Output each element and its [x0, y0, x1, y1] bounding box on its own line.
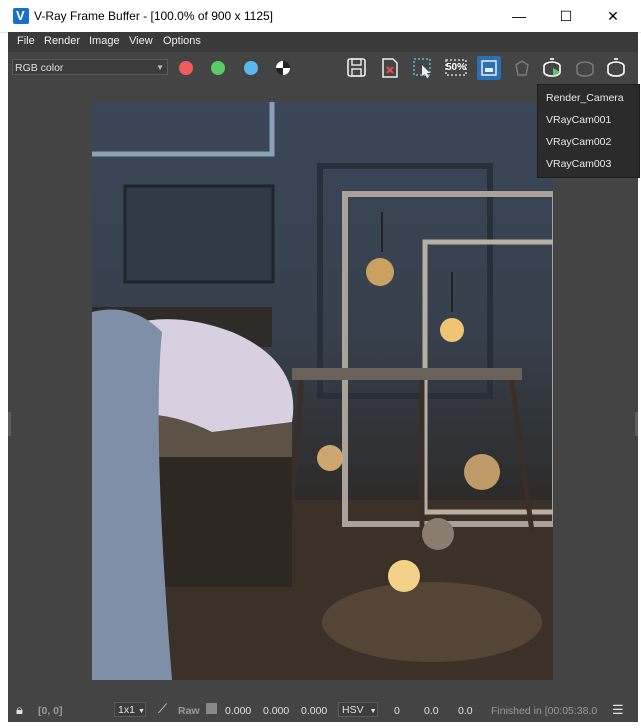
- log-icon[interactable]: ☰: [612, 702, 624, 718]
- close-button[interactable]: ✕: [590, 0, 636, 32]
- raw-label: Raw: [178, 705, 200, 717]
- chevron-down-icon: ▼: [156, 63, 164, 72]
- minimize-button[interactable]: —: [496, 0, 542, 32]
- blue-channel-button[interactable]: [244, 61, 258, 75]
- pixel-coords: [0, 0]: [38, 705, 63, 717]
- camera-item-render-camera[interactable]: Render_Camera: [546, 92, 624, 104]
- menu-bar: File Render Image View Options: [8, 32, 638, 52]
- vray-logo-icon: V: [13, 8, 29, 24]
- green-channel-button[interactable]: [211, 61, 225, 75]
- camera-dropdown-menu: Render_Camera VRayCam001 VRayCam002 VRay…: [537, 84, 640, 178]
- blue-value: 0.000: [301, 705, 328, 717]
- lock-icon[interactable]: 🔒︎: [16, 702, 23, 718]
- zoom-badge-text: 50%: [446, 62, 467, 73]
- status-bar: 🔒︎ [0, 0] 1x1 ▼ ⟋ Raw 0.000 0.000 0.000 H…: [8, 697, 638, 722]
- title-bar: V V-Ray Frame Buffer - [100.0% of 900 x …: [0, 0, 641, 33]
- toolbar: RGB color ▼ 50%: [8, 52, 638, 82]
- window-title: V-Ray Frame Buffer - [100.0% of 900 x 11…: [34, 9, 274, 23]
- ratio-value: 1x1: [118, 704, 135, 716]
- green-value: 0.000: [263, 705, 290, 717]
- track-mouse-icon[interactable]: [477, 56, 501, 80]
- value-value: 0.0: [458, 705, 473, 717]
- menu-view[interactable]: View: [129, 35, 153, 47]
- zoom-50-icon[interactable]: 50%: [444, 56, 468, 80]
- saturation-value: 0.0: [424, 705, 439, 717]
- menu-file[interactable]: File: [17, 35, 35, 47]
- camera-item-vraycam002[interactable]: VRayCam002: [546, 136, 611, 148]
- camera-item-vraycam003[interactable]: VRayCam003: [546, 158, 611, 170]
- menu-image[interactable]: Image: [89, 35, 120, 47]
- maximize-button[interactable]: ☐: [543, 0, 589, 32]
- menu-options[interactable]: Options: [163, 35, 201, 47]
- camera-item-vraycam001[interactable]: VRayCam001: [546, 114, 611, 126]
- color-mode-value: HSV: [342, 704, 364, 716]
- clear-image-icon[interactable]: [378, 56, 402, 80]
- red-channel-button[interactable]: [179, 61, 193, 75]
- channel-select[interactable]: RGB color ▼: [12, 59, 168, 75]
- alpha-channel-button[interactable]: [276, 61, 290, 75]
- red-value: 0.000: [225, 705, 252, 717]
- region-render-icon[interactable]: [411, 56, 435, 80]
- channel-select-value: RGB color: [15, 62, 64, 74]
- right-panel-handle[interactable]: [635, 412, 638, 436]
- menu-render[interactable]: Render: [44, 35, 80, 47]
- render-last-icon[interactable]: [604, 56, 628, 80]
- left-panel-handle[interactable]: [8, 412, 11, 436]
- save-image-icon[interactable]: [345, 56, 369, 80]
- curve-icon[interactable]: ⟋: [158, 701, 167, 717]
- rendered-image: [92, 102, 553, 680]
- render-teapot-icon[interactable]: [540, 56, 564, 80]
- interactive-render-icon[interactable]: [573, 56, 597, 80]
- hue-value: 0: [394, 705, 400, 717]
- render-region-teapot-icon[interactable]: [510, 56, 534, 80]
- color-mode-select[interactable]: HSV ▼: [338, 702, 378, 717]
- color-swatch: [206, 703, 217, 714]
- ratio-select[interactable]: 1x1 ▼: [114, 702, 146, 717]
- render-time-status: Finished in [00:05:38.0: [491, 705, 598, 717]
